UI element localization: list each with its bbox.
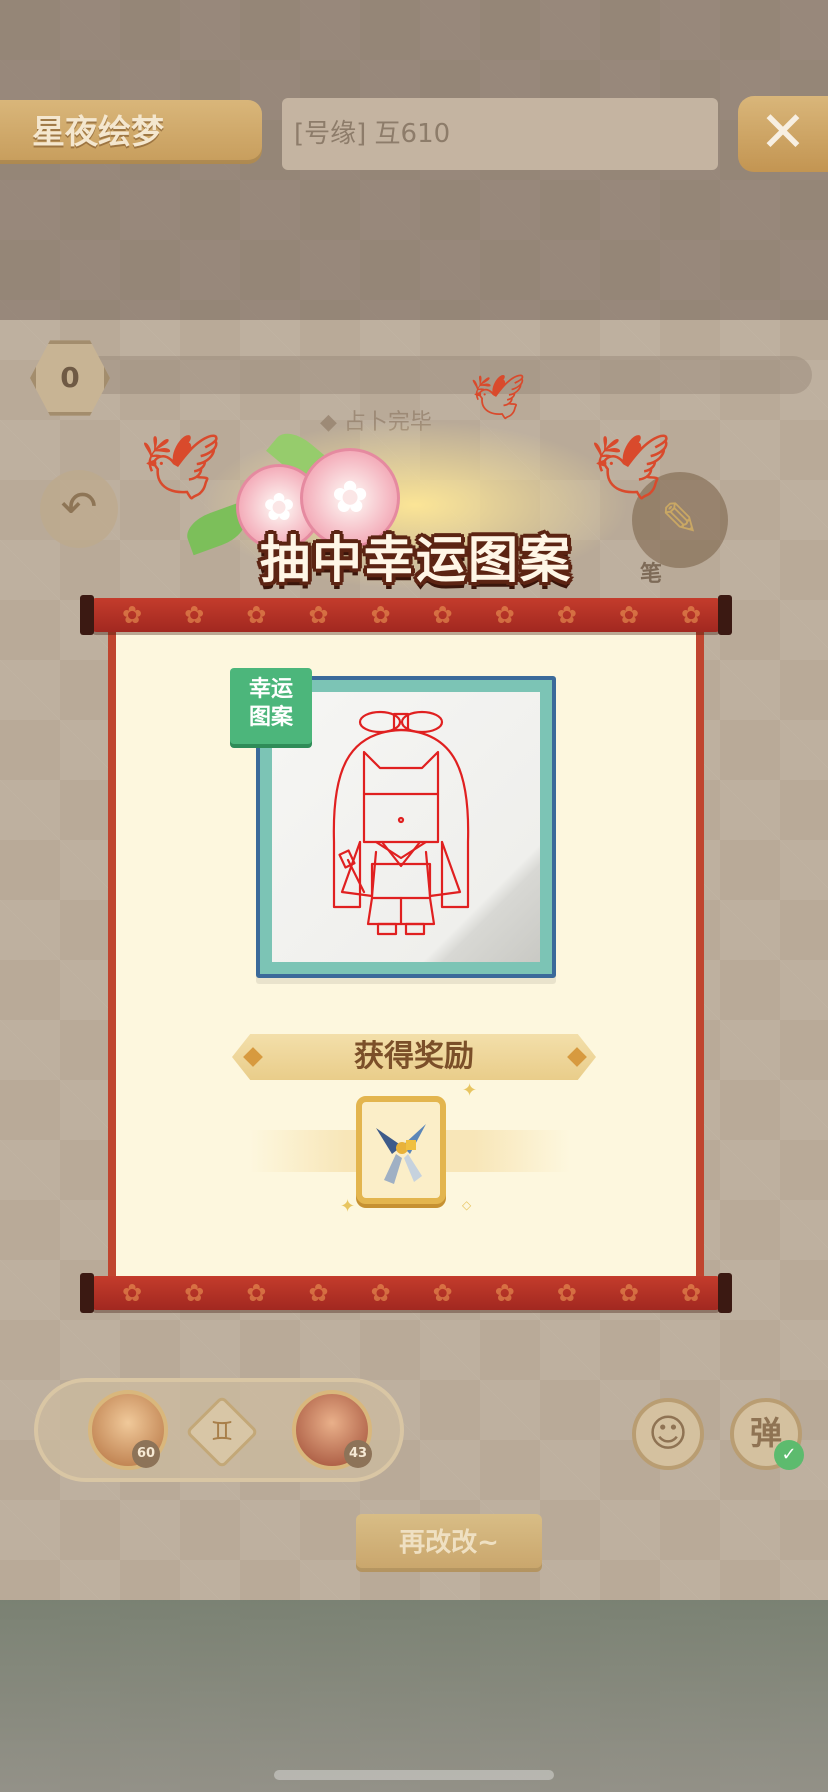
tag-line-2: 图案	[248, 705, 293, 730]
check-icon: ✓	[774, 1440, 804, 1470]
close-icon: ✕	[759, 100, 807, 165]
pair-icon: ♊	[210, 1417, 234, 1447]
scissors-icon	[376, 1124, 426, 1184]
paper-crane-icon: 🕊	[140, 431, 222, 505]
close-button[interactable]: ✕	[738, 96, 828, 172]
emoji-button[interactable]: ☺	[632, 1398, 704, 1470]
sakura-pattern: ✿✿✿✿✿✿✿✿✿✿✿	[122, 1279, 720, 1307]
progress-track	[80, 356, 812, 394]
sparkle-icon: ◇	[462, 1198, 472, 1212]
sakura-pattern: ✿✿✿✿✿✿✿✿✿✿✿	[122, 601, 720, 629]
lucky-pattern-tag: 幸运 图案	[230, 668, 312, 744]
reward-item[interactable]	[356, 1096, 446, 1204]
brush-label: 笔	[640, 562, 663, 587]
sparkle-icon: ✦	[340, 1196, 356, 1217]
paper-crane-icon: 🕊	[470, 372, 526, 423]
scroll-rod-bottom: ✿✿✿✿✿✿✿✿✿✿✿	[80, 1273, 732, 1313]
reward-banner: 获得奖励	[232, 1034, 596, 1080]
player-level-badge: 60	[132, 1440, 160, 1468]
game-title: 星夜绘梦	[0, 100, 262, 164]
lucky-pattern-drawing	[332, 710, 470, 936]
room-info-field: [号缘] 互610	[282, 98, 718, 170]
smiley-icon: ☺	[648, 1411, 688, 1455]
player-level-badge: 43	[344, 1440, 372, 1468]
result-title: 抽中幸运图案	[260, 531, 572, 589]
progress-counter: 0	[30, 340, 110, 416]
undo-button[interactable]: ↶	[40, 470, 118, 548]
home-indicator[interactable]	[274, 1770, 554, 1780]
retry-button[interactable]: 再改改~	[356, 1514, 542, 1572]
tag-line-1: 幸运	[248, 677, 293, 702]
undo-icon: ↶	[60, 482, 98, 533]
scroll-rod-top: ✿✿✿✿✿✿✿✿✿✿✿	[80, 595, 732, 635]
pattern-paper	[272, 692, 540, 962]
bottom-panel	[0, 1600, 828, 1792]
sparkle-icon: ✦	[462, 1080, 478, 1101]
paper-crane-icon: 🕊	[590, 431, 672, 505]
